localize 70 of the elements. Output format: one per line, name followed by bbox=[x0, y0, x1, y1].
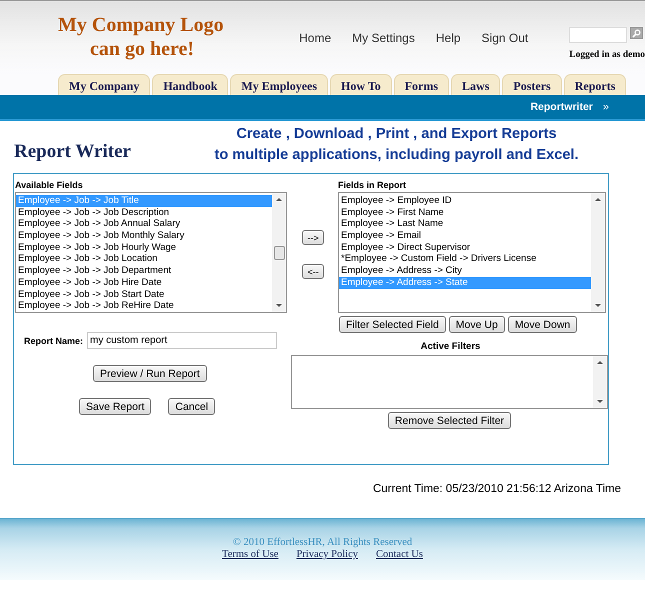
list-item[interactable]: Employee -> Job -> Job Department bbox=[16, 265, 272, 277]
field-label: Report Name: bbox=[24, 336, 84, 346]
scroll-down-icon[interactable] bbox=[276, 304, 282, 307]
button[interactable]: Move Down bbox=[508, 316, 578, 333]
list-item[interactable]: Employee -> Job -> Job Hire Date bbox=[16, 276, 272, 288]
copyright-text: © 2010 EffortlessHR, All Rights Reserved bbox=[232, 537, 412, 548]
tab[interactable]: Reports bbox=[564, 74, 626, 95]
button[interactable]: --> bbox=[302, 230, 324, 245]
scroll-up-icon[interactable] bbox=[595, 198, 601, 201]
breadcrumb-link[interactable]: Reportwriter bbox=[530, 101, 593, 113]
nav-link[interactable]: My Settings bbox=[352, 31, 415, 46]
button[interactable]: <-- bbox=[302, 264, 324, 279]
list-item[interactable]: Employee -> Job -> Job Location bbox=[16, 253, 272, 266]
nav-link[interactable]: Home bbox=[299, 31, 332, 46]
list-box[interactable] bbox=[15, 192, 287, 313]
scroll-up-icon[interactable] bbox=[276, 198, 282, 201]
list-item[interactable]: Employee -> Address -> City bbox=[339, 265, 591, 277]
list-item[interactable]: *Employee -> Custom Field -> Drivers License bbox=[339, 253, 591, 266]
tab[interactable]: My Company bbox=[58, 74, 150, 95]
list-box[interactable] bbox=[338, 192, 606, 313]
list-item[interactable]: Employee -> Employee ID bbox=[339, 195, 591, 207]
logo-text: can go here! bbox=[90, 37, 194, 61]
list-label: Active Filters bbox=[420, 341, 482, 352]
list-item[interactable]: Employee -> Direct Supervisor bbox=[339, 242, 591, 254]
list-item[interactable]: Employee -> Job -> Job Monthly Salary bbox=[16, 230, 272, 242]
tab[interactable]: Posters bbox=[502, 74, 562, 95]
login-status: Logged in as demo bbox=[569, 50, 645, 60]
list-item[interactable]: Employee -> First Name bbox=[339, 206, 591, 218]
footer-link[interactable]: Contact Us bbox=[376, 549, 423, 560]
list-item[interactable]: Employee -> Job -> Job Annual Salary bbox=[16, 218, 272, 230]
list-item[interactable]: Employee -> Job -> Job Description bbox=[16, 206, 272, 218]
button[interactable]: Remove Selected Filter bbox=[388, 412, 512, 429]
scroll-down-icon[interactable] bbox=[595, 304, 601, 307]
button[interactable]: Cancel bbox=[168, 398, 216, 415]
button[interactable]: Save Report bbox=[79, 398, 152, 415]
tab[interactable]: Handbook bbox=[152, 74, 228, 95]
page-title: Report Writer bbox=[14, 141, 132, 163]
list-item[interactable]: Employee -> Job -> Job Start Date bbox=[16, 288, 272, 300]
nav-link[interactable]: Help bbox=[436, 31, 461, 46]
tab[interactable]: Laws bbox=[451, 74, 500, 95]
list-item[interactable]: Employee -> Email bbox=[339, 230, 591, 242]
list-item[interactable]: Employee -> Last Name bbox=[339, 218, 591, 230]
list-label: Fields in Report bbox=[338, 180, 408, 191]
tab[interactable]: My Employees bbox=[230, 74, 328, 95]
scroll-thumb[interactable] bbox=[274, 246, 284, 260]
list-item[interactable]: Employee -> Job -> Job ReHire Date bbox=[16, 300, 272, 312]
search-field[interactable] bbox=[569, 27, 628, 43]
chevron-icon: » bbox=[602, 101, 609, 113]
list-item[interactable]: Employee -> Job -> Job Hourly Wage bbox=[16, 242, 272, 254]
tab[interactable]: How To bbox=[330, 74, 392, 95]
headline-text: to multiple applications, including payroll and Excel. bbox=[213, 146, 580, 165]
report-name-field[interactable]: my custom report bbox=[87, 332, 278, 349]
current-time: Current Time: 05/23/2010 21:56:12 Arizona Time bbox=[372, 483, 622, 495]
list-label: Available Fields bbox=[15, 180, 84, 191]
headline-text: Create , Download , Print , and Export Reports bbox=[235, 125, 558, 144]
scroll-up-icon[interactable] bbox=[597, 361, 603, 364]
button[interactable]: Move Up bbox=[448, 316, 505, 333]
footer-link[interactable]: Privacy Policy bbox=[296, 549, 358, 560]
filters-box[interactable] bbox=[291, 355, 608, 409]
scrollbar[interactable] bbox=[591, 193, 605, 312]
footer-link[interactable]: Terms of Use bbox=[222, 549, 278, 560]
search-button[interactable] bbox=[630, 27, 644, 39]
scroll-down-icon[interactable] bbox=[597, 400, 603, 403]
logo-text: My Company Logo bbox=[58, 13, 224, 37]
scrollbar[interactable] bbox=[272, 193, 286, 312]
button[interactable]: Filter Selected Field bbox=[339, 316, 446, 333]
scrollbar[interactable] bbox=[593, 356, 607, 408]
nav-link[interactable]: Sign Out bbox=[482, 31, 528, 46]
button[interactable]: Preview / Run Report bbox=[93, 365, 207, 382]
tab[interactable]: Forms bbox=[394, 74, 450, 95]
